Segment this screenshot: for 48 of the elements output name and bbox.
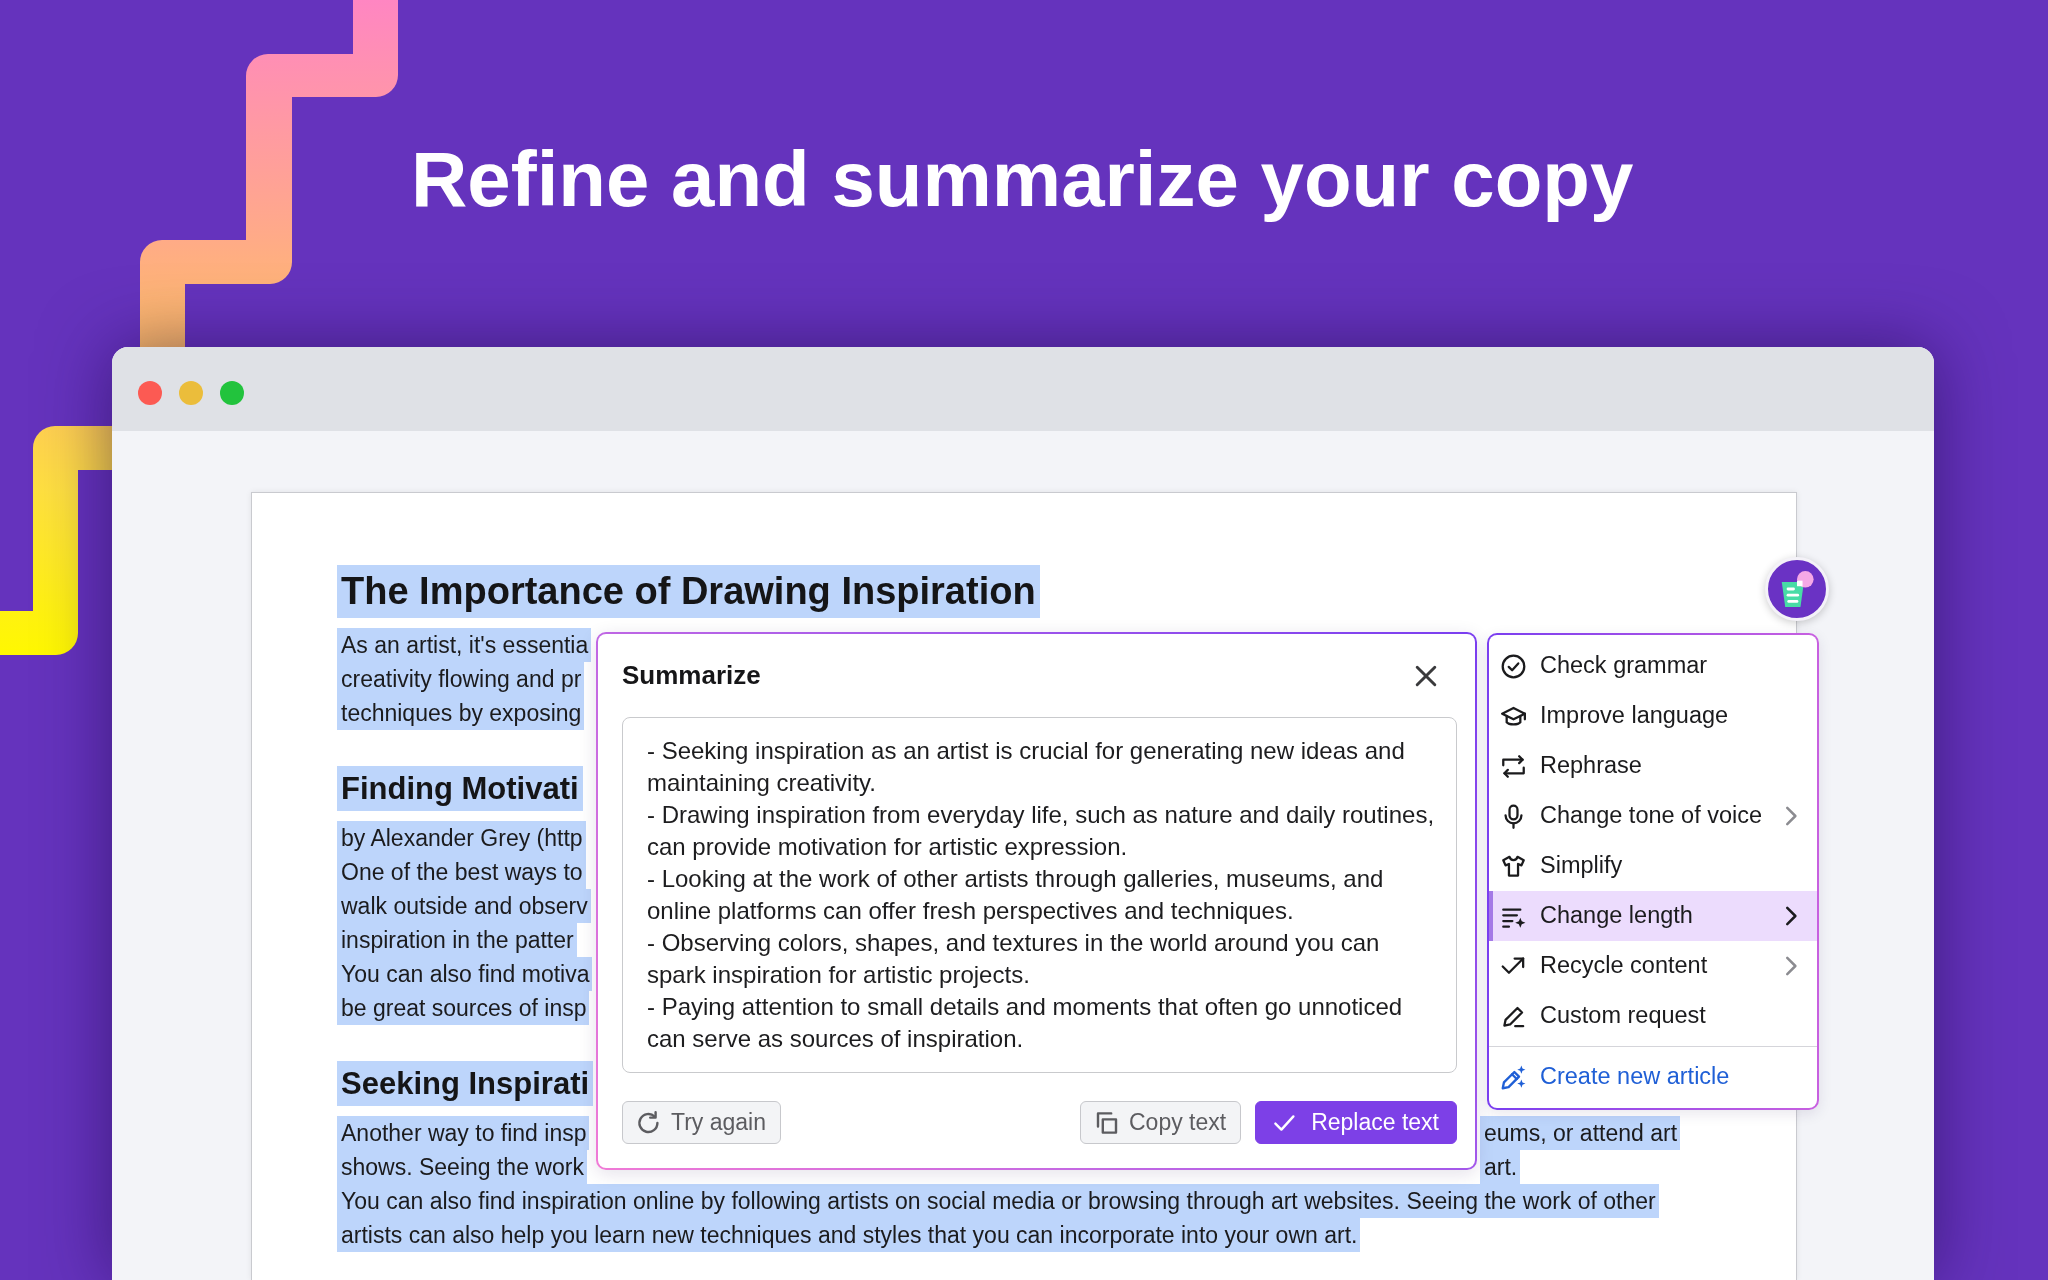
paragraph-text: shows. Seeing the work xyxy=(337,1150,587,1184)
paragraph-text: be great sources of insp xyxy=(337,991,590,1025)
paragraph-text: eums, or attend art xyxy=(1480,1116,1681,1150)
paragraph-text: walk outside and observ xyxy=(337,889,591,923)
summary-field[interactable] xyxy=(622,717,1457,1073)
paragraph-text: Another way to find insp xyxy=(337,1116,590,1150)
section-heading: Seeking Inspirati xyxy=(337,1061,594,1106)
summary-point: - Observing colors, shapes, and textures in the world around you can spark inspiration for artistic projects. xyxy=(647,928,1381,990)
menu-item[interactable]: Simplify xyxy=(1489,841,1817,891)
summary-point: - Seeking inspiration as an artist is crucial for generating new ideas and maintaining creativity. xyxy=(647,736,1406,798)
pencil-sparkle-icon xyxy=(1501,1064,1526,1090)
menu-item[interactable]: Rephrase xyxy=(1489,741,1817,791)
paragraph-text: by Alexander Grey (http xyxy=(337,821,586,855)
headline: Refine and summarize your copy xyxy=(411,134,1634,225)
replace-text-button[interactable]: Replace text xyxy=(1255,1101,1457,1144)
section-heading: Finding Motivati xyxy=(337,766,583,811)
menu-item[interactable]: Change tone of voice xyxy=(1489,791,1817,841)
dialog-title: Summarize xyxy=(622,660,761,692)
close-icon xyxy=(1415,665,1437,687)
summary-point: - Drawing inspiration from everyday life, such as nature and daily routines, can provide motivation for artistic expression. xyxy=(647,800,1436,862)
circular-arrow-icon xyxy=(637,1110,661,1135)
create-article-link[interactable]: Create new article xyxy=(1489,1052,1817,1102)
paragraph-text: techniques by exposing xyxy=(337,696,585,730)
microphone-icon xyxy=(1501,803,1526,829)
paragraph-text: As an artist, it's essentia xyxy=(337,628,592,662)
menu-item[interactable]: Recycle content xyxy=(1489,941,1817,991)
paragraph-text: You can also find motiva xyxy=(337,957,593,991)
menu-item[interactable]: Custom request xyxy=(1489,991,1817,1041)
copy-text-button[interactable]: Copy text xyxy=(1080,1101,1242,1144)
paragraph-text: art. xyxy=(1480,1150,1521,1184)
paragraph-text: One of the best ways to xyxy=(337,855,586,889)
repeat-arrows-icon xyxy=(1501,753,1526,779)
try-again-button[interactable]: Try again xyxy=(622,1101,782,1144)
summary-point: - Looking at the work of other artists through galleries, museums, and online platforms can offer fresh perspectives and techniques. xyxy=(647,864,1385,926)
menu-item[interactable]: Change length xyxy=(1489,891,1817,941)
assistant-button[interactable] xyxy=(1765,557,1829,621)
summary-point: - Paying attention to small details and moments that often go unnoticed can serve as sources of inspiration. xyxy=(647,992,1404,1054)
document-title: The Importance of Drawing Inspiration xyxy=(337,565,1040,618)
copy-icon xyxy=(1095,1110,1119,1135)
paragraph-text: inspiration in the patter xyxy=(337,923,577,957)
document-lines-icon xyxy=(1779,571,1815,607)
paragraph-text: creativity flowing and pr xyxy=(337,662,585,696)
menu-item[interactable]: Improve language xyxy=(1489,691,1817,741)
check-circle-icon xyxy=(1501,653,1526,679)
paragraph-text: artists can also help you learn new techniques and styles that you can incorporate into your own art. xyxy=(337,1218,1361,1252)
paragraph-text: You can also find inspiration online by following artists on social media or browsing through art websites. Seeing the work of other xyxy=(337,1184,1659,1218)
menu-item[interactable]: Check grammar xyxy=(1489,641,1817,691)
t-shirt-icon xyxy=(1501,853,1526,879)
